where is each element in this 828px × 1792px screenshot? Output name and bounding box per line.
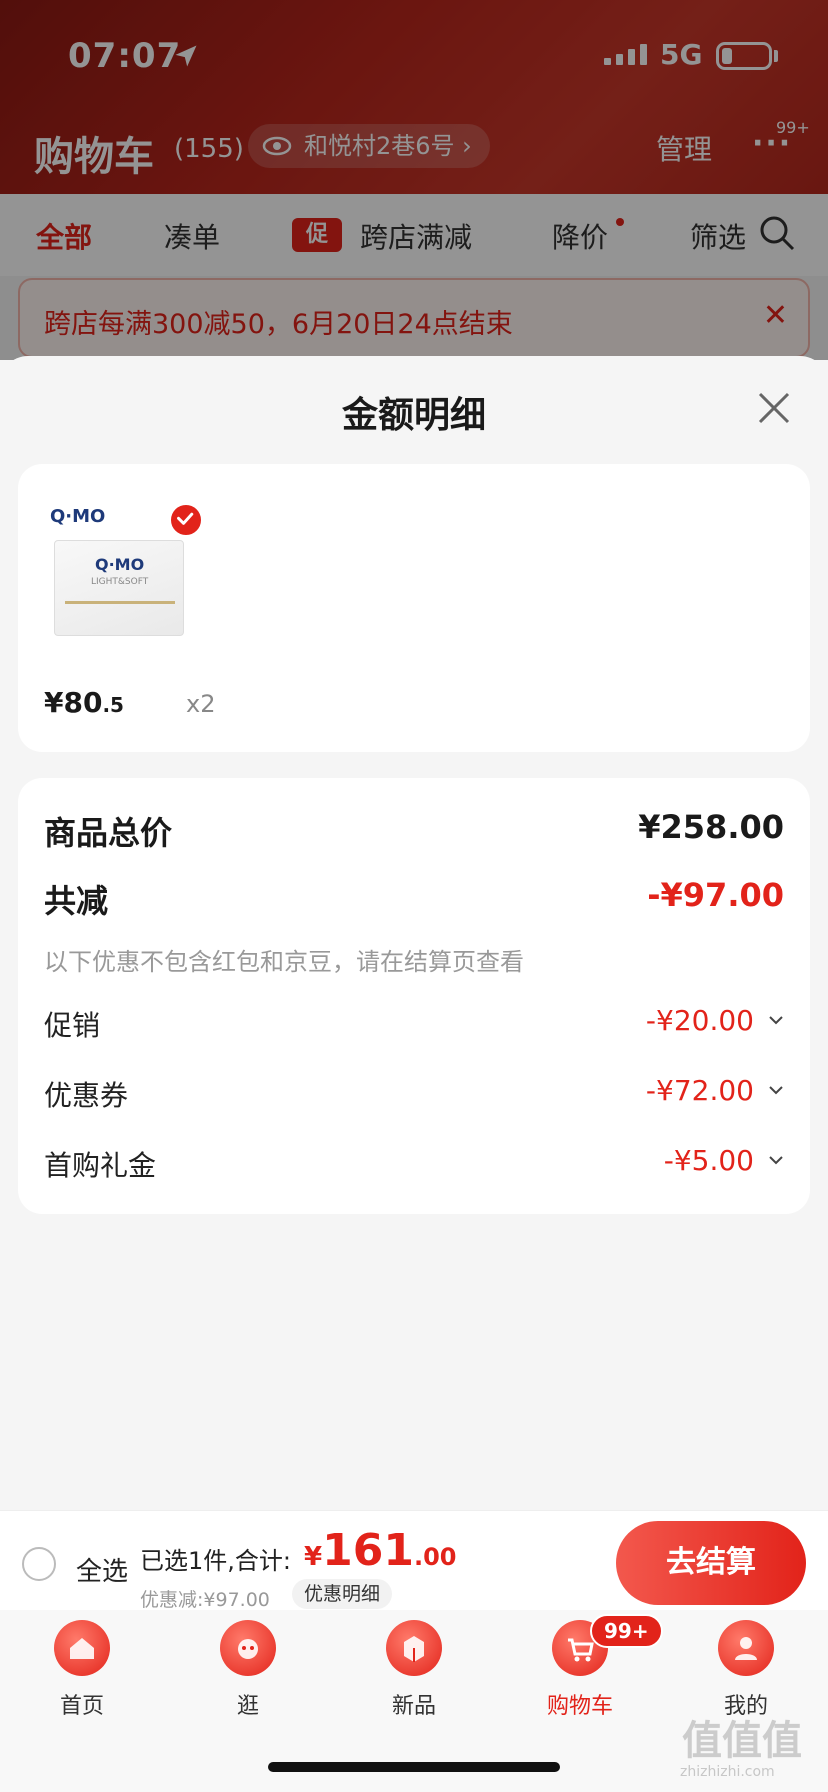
select-all-label[interactable]: 全选 xyxy=(76,1551,128,1588)
checkout-total: ¥161.00 xyxy=(304,1525,456,1576)
close-icon[interactable] xyxy=(756,390,792,426)
modal-overlay[interactable] xyxy=(0,0,828,360)
price-decimal: .5 xyxy=(102,693,124,717)
tab-new-products[interactable]: 新品 xyxy=(354,1620,474,1720)
tab-label: 购物车 xyxy=(546,1694,613,1719)
coupon-label: 优惠券 xyxy=(44,1079,129,1112)
coupon-row[interactable]: 优惠券 -¥72.00 xyxy=(44,1074,784,1112)
first-purchase-gift-row[interactable]: 首购礼金 -¥5.00 xyxy=(44,1144,784,1182)
home-icon xyxy=(54,1620,110,1676)
promotion-value: -¥20.00 xyxy=(645,1004,754,1037)
discount-text: 优惠减:¥97.00 xyxy=(140,1589,270,1611)
price-summary-card: 商品总价 ¥258.00 共减 -¥97.00 以下优惠不包含红包和京豆，请在结… xyxy=(18,778,810,1214)
total-price-row: 商品总价 ¥258.00 xyxy=(44,808,784,852)
tab-home[interactable]: 首页 xyxy=(22,1620,142,1720)
chevron-down-icon xyxy=(769,1156,783,1165)
reduction-note: 以下优惠不包含红包和京豆，请在结算页查看 xyxy=(44,948,524,976)
product-quantity: x2 xyxy=(186,690,216,718)
watermark-url: zhizhizhi.com xyxy=(680,1764,775,1780)
total-price-label: 商品总价 xyxy=(44,814,173,852)
tab-cart[interactable]: 99+ 购物车 xyxy=(520,1614,663,1720)
checkout-bar: 全选 已选1件,合计: ¥161.00 优惠减:¥97.00 优惠明细 去结算 xyxy=(0,1510,828,1611)
total-reduction-label: 共减 xyxy=(44,882,109,920)
checkout-button[interactable]: 去结算 xyxy=(616,1521,806,1605)
browse-icon xyxy=(220,1620,276,1676)
chevron-down-icon xyxy=(769,1016,783,1025)
total-decimal: .00 xyxy=(413,1543,457,1571)
select-all-radio[interactable] xyxy=(22,1547,56,1581)
profile-icon xyxy=(718,1620,774,1676)
tab-label: 逛 xyxy=(236,1694,259,1719)
total-currency: ¥ xyxy=(304,1542,323,1572)
tab-browse[interactable]: 逛 xyxy=(188,1620,308,1720)
selected-check-icon[interactable] xyxy=(168,502,204,538)
coupon-value: -¥72.00 xyxy=(645,1074,754,1107)
brand-logo: Q·MO xyxy=(50,506,106,527)
tab-label: 新品 xyxy=(391,1694,436,1719)
cart-badge: 99+ xyxy=(590,1614,663,1648)
discount-detail-button[interactable]: 优惠明细 xyxy=(292,1579,393,1609)
box-stripe xyxy=(65,601,175,604)
tab-label: 首页 xyxy=(59,1694,104,1719)
total-reduction-value: -¥97.00 xyxy=(647,876,784,914)
promotion-row[interactable]: 促销 -¥20.00 xyxy=(44,1004,784,1042)
selected-count-text: 已选1件,合计: xyxy=(140,1547,291,1575)
promotion-label: 促销 xyxy=(44,1009,101,1042)
price-integer: ¥80 xyxy=(44,686,103,719)
product-price: ¥80.5 xyxy=(44,686,124,719)
first-purchase-gift-label: 首购礼金 xyxy=(44,1149,157,1182)
total-reduction-row: 共减 -¥97.00 xyxy=(44,876,784,920)
product-card: Q·MO Q·MO LIGHT&SOFT ¥80.5 x2 xyxy=(18,464,810,752)
new-products-icon xyxy=(386,1620,442,1676)
box-subtitle: LIGHT&SOFT xyxy=(91,577,149,587)
total-integer: 161 xyxy=(322,1525,414,1576)
amount-detail-sheet: 金额明细 Q·MO Q·MO LIGHT&SOFT ¥80.5 x2 商品总价 … xyxy=(0,356,828,1512)
chevron-down-icon xyxy=(769,1086,783,1095)
first-purchase-gift-value: -¥5.00 xyxy=(663,1144,754,1177)
tab-profile[interactable]: 我的 xyxy=(686,1620,806,1720)
watermark: 值值值 xyxy=(682,1718,802,1764)
total-price-value: ¥258.00 xyxy=(638,808,784,846)
home-indicator[interactable] xyxy=(268,1762,560,1772)
box-brand: Q·MO xyxy=(95,555,145,574)
sheet-title: 金额明细 xyxy=(341,395,486,436)
product-box-image: Q·MO LIGHT&SOFT xyxy=(54,540,184,636)
